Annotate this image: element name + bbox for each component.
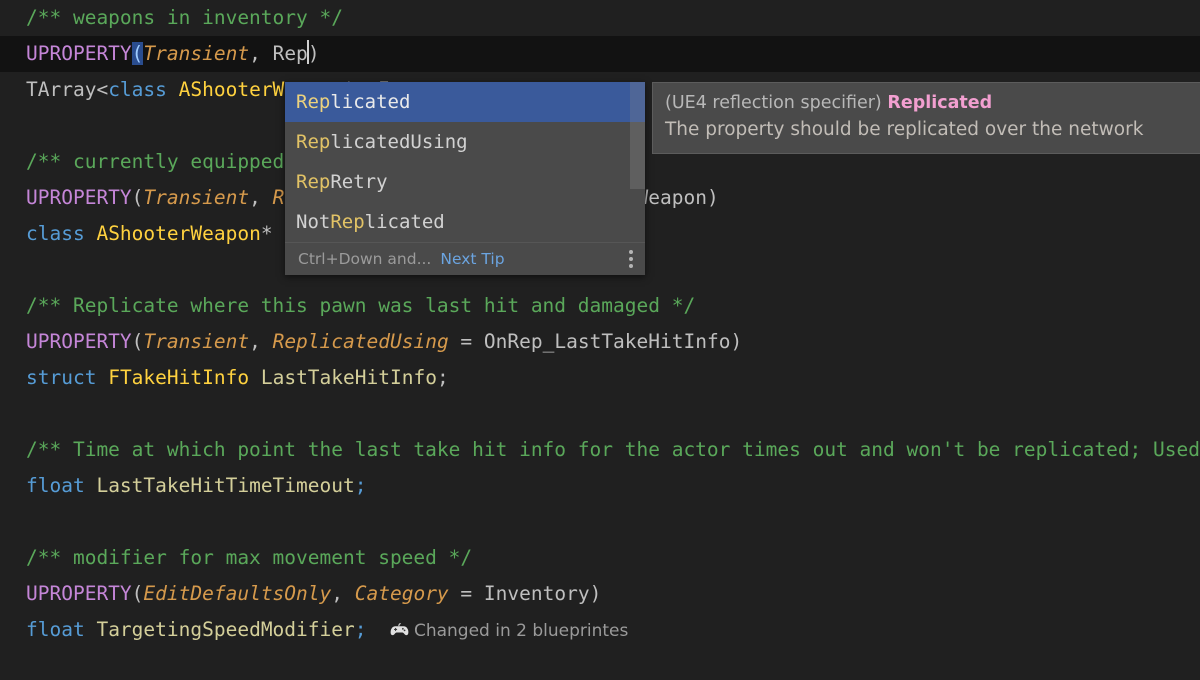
code-token: , xyxy=(331,582,354,605)
code-token: ( xyxy=(132,582,144,605)
code-editor[interactable]: /** weapons in inventory */UPROPERTY(Tra… xyxy=(0,0,1200,680)
code-token: = xyxy=(449,330,484,353)
code-token xyxy=(26,402,38,425)
autocomplete-item-rest: licatedUsing xyxy=(330,131,467,153)
code-token: LastTakeHitInfo xyxy=(261,366,437,389)
code-token: /** Replicate where this pawn was last h… xyxy=(26,294,695,317)
autocomplete-item-match: Rep xyxy=(296,171,330,193)
code-token: , xyxy=(249,42,272,65)
tooltip-header-line: (UE4 reflection specifier) Replicated xyxy=(665,90,1199,116)
more-options-icon[interactable] xyxy=(629,250,636,268)
code-token: EditDefaultsOnly xyxy=(143,582,331,605)
code-token: /** modifier for max movement speed */ xyxy=(26,546,472,569)
autocomplete-item-prefix: Not xyxy=(296,211,330,233)
documentation-tooltip: (UE4 reflection specifier) Replicated Th… xyxy=(652,82,1200,154)
blueprint-change-annotation[interactable]: Changed in 2 blueprintes xyxy=(390,621,628,641)
code-token: Transient xyxy=(143,330,249,353)
line-comment-time-at-which[interactable]: /** Time at which point the last take hi… xyxy=(0,432,1200,468)
code-token: /** Time at which point the last take hi… xyxy=(26,438,1200,461)
code-token: UPROPERTY xyxy=(26,186,132,209)
code-token: TArray< xyxy=(26,78,108,101)
code-token: ) xyxy=(308,42,320,65)
line-blank-4[interactable] xyxy=(0,504,1200,540)
code-token: ) xyxy=(707,186,719,209)
code-token: Category xyxy=(355,582,449,605)
code-token: AShooterWeapon xyxy=(96,222,260,245)
code-token: ) xyxy=(590,582,602,605)
line-comment-modifier-speed[interactable]: /** modifier for max movement speed */ xyxy=(0,540,1200,576)
spacer xyxy=(366,618,389,641)
tooltip-symbol-name: Replicated xyxy=(887,93,992,113)
code-token: ) xyxy=(730,330,742,353)
code-token: UPROPERTY xyxy=(26,330,132,353)
line-comment-weapons[interactable]: /** weapons in inventory */ xyxy=(0,0,1200,36)
code-token: ( xyxy=(132,330,144,353)
code-token: TargetingSpeedModifier xyxy=(96,618,354,641)
code-token: Inventory xyxy=(484,582,590,605)
code-token: UPROPERTY xyxy=(26,42,132,65)
autocomplete-item-rest: Retry xyxy=(330,171,387,193)
code-token xyxy=(26,114,38,137)
line-uproperty-editdefaultsonly[interactable]: UPROPERTY(EditDefaultsOnly, Category = I… xyxy=(0,576,1200,612)
blueprint-change-text: Changed in 2 blueprintes xyxy=(414,621,628,641)
tooltip-kind-label: (UE4 reflection specifier) xyxy=(665,93,882,113)
code-token: ; xyxy=(437,366,449,389)
code-token: OnRep_LastTakeHitInfo xyxy=(484,330,731,353)
autocomplete-item-rest: licated xyxy=(365,211,445,233)
code-token: LastTakeHitTimeTimeout xyxy=(96,474,354,497)
line-float-lasttakehittimetimeout[interactable]: float LastTakeHitTimeTimeout; xyxy=(0,468,1200,504)
code-token xyxy=(85,618,97,641)
code-token: ; xyxy=(355,474,367,497)
autocomplete-item[interactable]: ReplicatedUsing xyxy=(285,122,645,162)
autocomplete-footer: Ctrl+Down and... Next Tip xyxy=(285,242,645,275)
autocomplete-item-match: Rep xyxy=(330,211,364,233)
code-token: Transient xyxy=(143,42,249,65)
code-token xyxy=(85,474,97,497)
line-struct-ftakehitinfo[interactable]: struct FTakeHitInfo LastTakeHitInfo; xyxy=(0,360,1200,396)
code-token: struct xyxy=(26,366,96,389)
code-token: , xyxy=(249,330,272,353)
autocomplete-item[interactable]: RepRetry xyxy=(285,162,645,202)
line-uproperty-lasttakehitinfo[interactable]: UPROPERTY(Transient, ReplicatedUsing = O… xyxy=(0,324,1200,360)
autocomplete-hint-text: Ctrl+Down and... xyxy=(298,250,431,268)
line-float-targetingspeedmodifier[interactable]: float TargetingSpeedModifier; Changed in… xyxy=(0,612,1200,648)
line-uproperty-transient-rep[interactable]: UPROPERTY(Transient, Rep) xyxy=(0,36,1200,72)
line-blank-3[interactable] xyxy=(0,396,1200,432)
code-token: UPROPERTY xyxy=(26,582,132,605)
code-token xyxy=(249,366,261,389)
code-token: /** weapons in inventory */ xyxy=(26,6,343,29)
code-token: Transient xyxy=(143,186,249,209)
code-token: class xyxy=(108,78,167,101)
code-token: float xyxy=(26,618,85,641)
line-comment-replicate-pawn-hit[interactable]: /** Replicate where this pawn was last h… xyxy=(0,288,1200,324)
code-token: ( xyxy=(132,42,144,65)
code-token: , xyxy=(249,186,272,209)
code-token xyxy=(167,78,179,101)
next-tip-link[interactable]: Next Tip xyxy=(440,250,504,268)
autocomplete-item[interactable]: Replicated xyxy=(285,82,645,122)
code-token: float xyxy=(26,474,85,497)
autocomplete-popup[interactable]: ReplicatedReplicatedUsingRepRetryNotRepl… xyxy=(285,82,645,275)
code-token xyxy=(96,366,108,389)
gamepad-icon xyxy=(390,615,409,651)
code-token: ReplicatedUsing xyxy=(273,330,449,353)
code-token: Rep xyxy=(273,42,308,65)
autocomplete-item-match: Rep xyxy=(296,91,330,113)
code-token: ( xyxy=(132,186,144,209)
autocomplete-item-rest: licated xyxy=(330,91,410,113)
autocomplete-list[interactable]: ReplicatedReplicatedUsingRepRetryNotRepl… xyxy=(285,82,645,242)
code-token: = xyxy=(449,582,484,605)
code-token: FTakeHitInfo xyxy=(108,366,249,389)
autocomplete-item[interactable]: NotReplicated xyxy=(285,202,645,242)
code-token: class xyxy=(26,222,85,245)
code-token xyxy=(85,222,97,245)
tooltip-description: The property should be replicated over t… xyxy=(665,116,1199,144)
autocomplete-item-match: Rep xyxy=(296,131,330,153)
autocomplete-scrollbar[interactable] xyxy=(630,82,645,242)
code-token xyxy=(26,258,38,281)
code-token xyxy=(26,510,38,533)
autocomplete-scrollbar-selected-overlay xyxy=(630,82,645,122)
code-token: ; xyxy=(355,618,367,641)
